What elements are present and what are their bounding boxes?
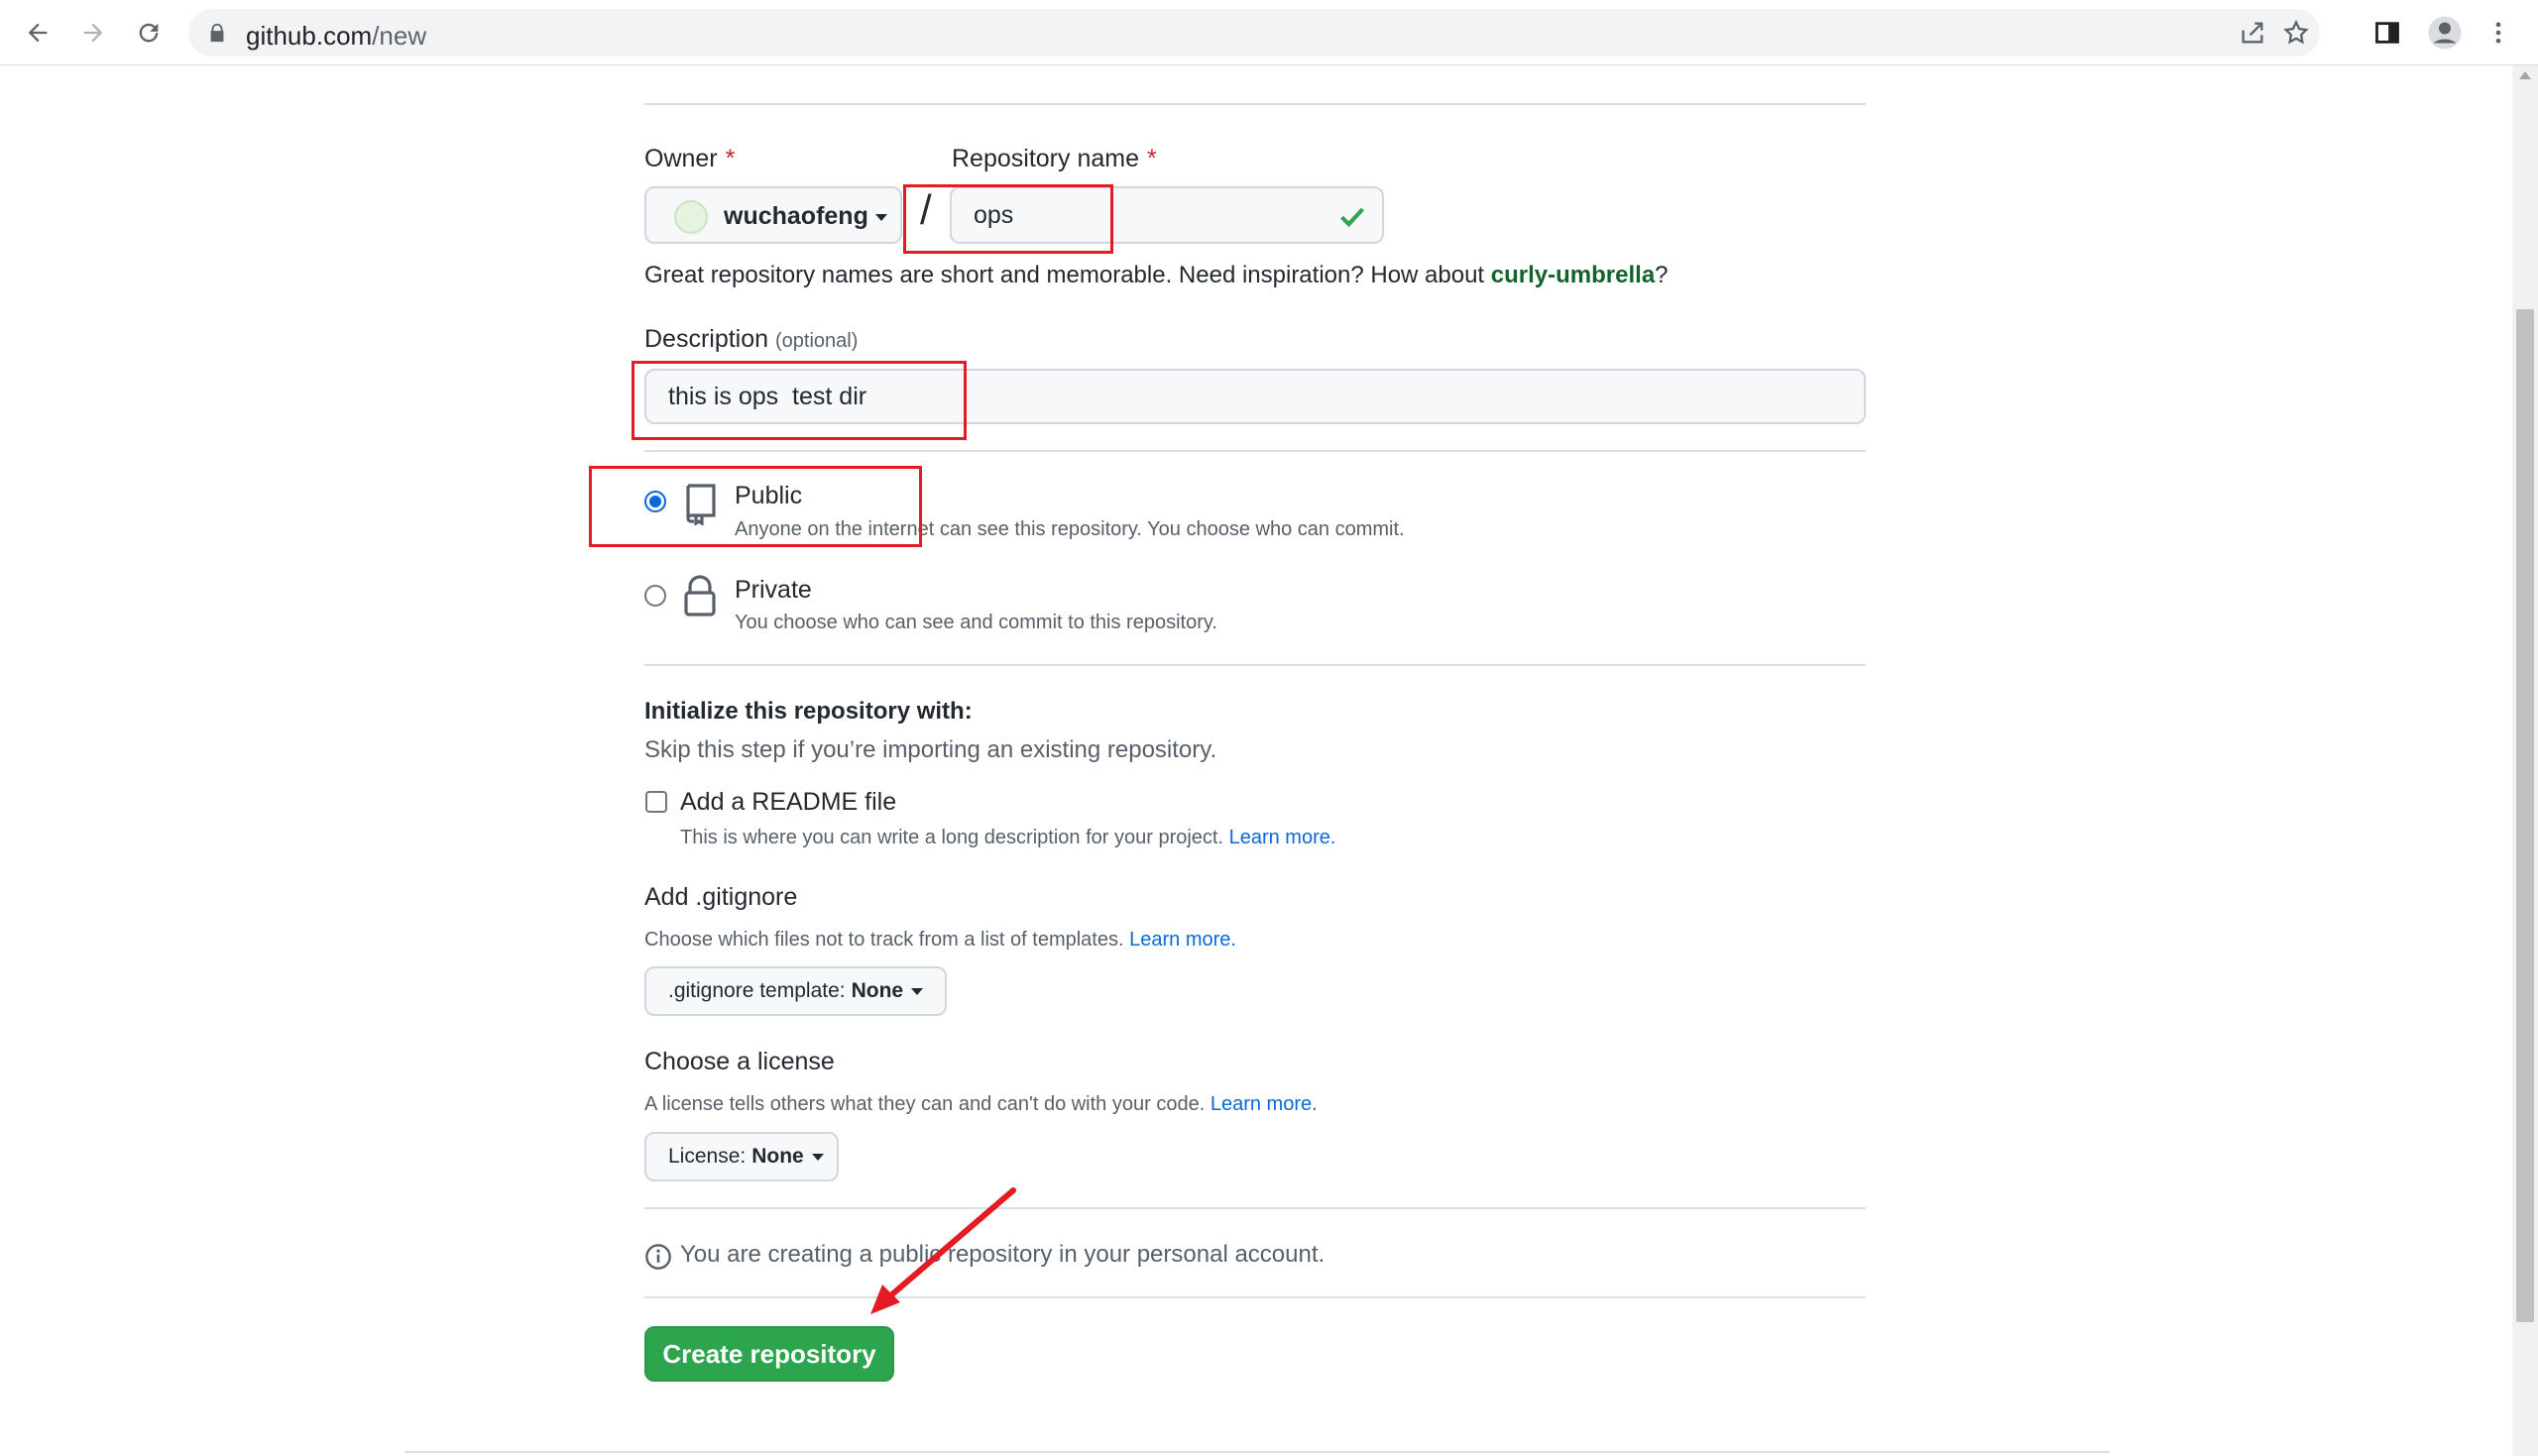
init-heading: Initialize this repository with: — [644, 698, 973, 725]
owner-label-text: Owner — [644, 145, 718, 172]
side-panel-icon — [2375, 22, 2399, 44]
address-bar[interactable]: github.com/new — [188, 9, 2320, 56]
license-description: A license tells others what they can and… — [644, 1093, 1318, 1116]
scrollbar-thumb[interactable] — [2516, 309, 2534, 1322]
owner-required-mark: * — [725, 145, 736, 172]
footer-divider — [404, 1451, 2110, 1453]
owner-select[interactable]: wuchaofeng — [644, 186, 902, 244]
owner-label: Owner * — [644, 145, 735, 173]
divider-visibility — [644, 450, 1866, 452]
gitignore-learn-more-link[interactable]: Learn more. — [1129, 929, 1236, 951]
readme-checkbox[interactable] — [645, 791, 667, 813]
license-select-prefix: License: — [668, 1145, 747, 1168]
check-icon — [1340, 207, 1365, 228]
reload-icon — [139, 23, 159, 43]
owner-name: wuchaofeng — [724, 202, 887, 231]
description-optional: (optional) — [775, 330, 859, 352]
license-heading: Choose a license — [644, 1048, 835, 1075]
repo-name-required-mark: * — [1146, 145, 1157, 172]
profile-avatar-icon — [2428, 16, 2462, 50]
caret-down-icon — [874, 213, 887, 221]
url-host: github.com — [246, 21, 373, 51]
private-description: You choose who can see and commit to thi… — [735, 612, 1217, 633]
suggestion-link[interactable]: curly-umbrella — [1491, 262, 1655, 288]
lock-icon — [210, 23, 224, 43]
divider-init — [644, 664, 1866, 666]
create-repository-button[interactable]: Create repository — [644, 1326, 894, 1382]
highlight-public — [589, 466, 922, 547]
page-scrollbar[interactable] — [2512, 65, 2538, 1456]
scroll-up-arrow-icon[interactable] — [2519, 71, 2531, 79]
caret-down-icon — [811, 1153, 824, 1161]
gitignore-select-prefix: .gitignore template: — [668, 979, 846, 1002]
gitignore-select-value: None — [851, 979, 904, 1002]
side-panel-button[interactable] — [2367, 13, 2407, 53]
kebab-menu-icon — [2495, 22, 2501, 44]
gitignore-description: Choose which files not to track from a l… — [644, 929, 1236, 952]
browser-menu-button[interactable] — [2479, 13, 2518, 53]
hint-end: ? — [1655, 262, 1669, 288]
visibility-notice: You are creating a public repository in … — [680, 1241, 1326, 1268]
reload-button[interactable] — [129, 13, 169, 53]
init-subtext: Skip this step if you’re importing an ex… — [644, 736, 1217, 763]
browser-toolbar: github.com/new — [0, 0, 2538, 65]
back-button[interactable] — [18, 13, 58, 53]
gitignore-desc-text: Choose which files not to track from a l… — [644, 929, 1124, 951]
hint-text: Great repository names are short and mem… — [644, 262, 1491, 288]
url-path: /new — [372, 21, 427, 51]
license-select[interactable]: License: None — [644, 1132, 839, 1181]
license-select-value: None — [751, 1145, 804, 1168]
owner-avatar — [674, 200, 708, 234]
gitignore-template-select[interactable]: .gitignore template: None — [644, 966, 947, 1016]
forward-button[interactable] — [73, 13, 113, 53]
divider-submit — [644, 1296, 1866, 1298]
share-icon[interactable] — [2239, 19, 2266, 47]
url-text: github.com/new — [246, 21, 426, 52]
readme-desc-text: This is where you can write a long descr… — [680, 827, 1224, 848]
highlight-description — [632, 361, 967, 440]
gitignore-heading: Add .gitignore — [644, 883, 798, 911]
description-label-text: Description — [644, 325, 769, 353]
readme-description: This is where you can write a long descr… — [680, 827, 1335, 849]
description-label: Description (optional) — [644, 325, 858, 354]
bookmark-star-icon[interactable] — [2282, 19, 2310, 47]
highlight-repo-name — [903, 184, 1113, 254]
arrow-left-icon — [28, 23, 48, 43]
repo-name-label-text: Repository name — [952, 145, 1139, 172]
top-divider — [644, 103, 1866, 105]
readme-learn-more-link[interactable]: Learn more. — [1229, 827, 1336, 848]
readme-label[interactable]: Add a README file — [680, 788, 896, 817]
repo-name-label: Repository name * — [952, 145, 1157, 173]
divider-notice — [644, 1207, 1866, 1209]
repo-name-hint: Great repository names are short and mem… — [644, 262, 1669, 289]
arrow-right-icon — [83, 23, 103, 43]
private-radio[interactable] — [644, 585, 666, 607]
license-learn-more-link[interactable]: Learn more. — [1211, 1093, 1318, 1115]
info-icon — [645, 1244, 671, 1270]
lock-icon — [684, 575, 716, 616]
caret-down-icon — [911, 987, 924, 995]
license-desc-text: A license tells others what they can and… — [644, 1093, 1206, 1115]
owner-value: wuchaofeng — [724, 202, 868, 230]
profile-button[interactable] — [2425, 13, 2465, 53]
private-title: Private — [735, 576, 812, 604]
